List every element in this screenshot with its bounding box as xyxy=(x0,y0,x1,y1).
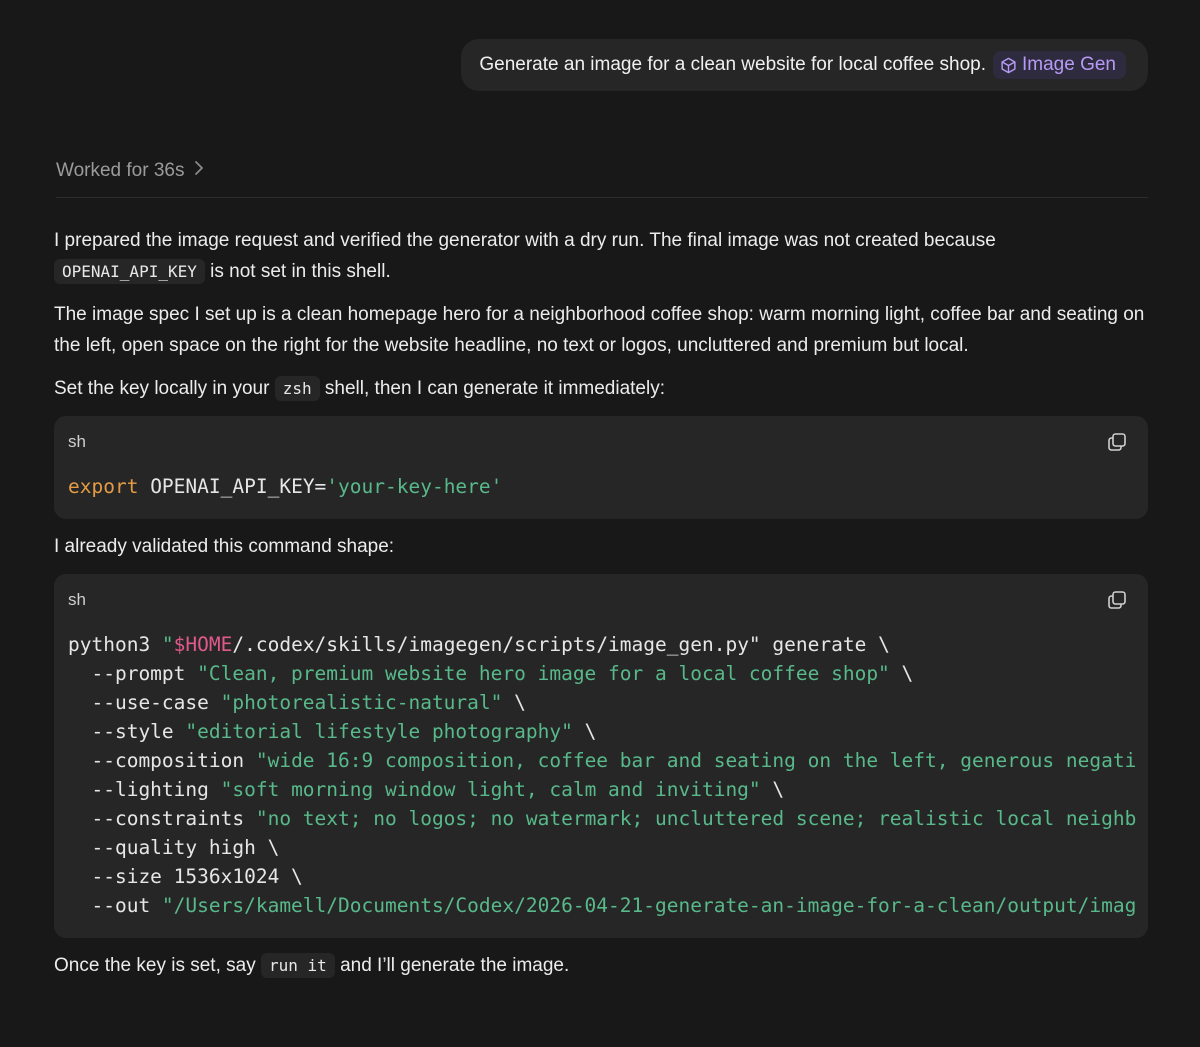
assistant-reply: I prepared the image request and verifie… xyxy=(54,225,1148,981)
code-language-label: sh xyxy=(68,590,86,609)
worked-label: Worked for 36s xyxy=(56,160,185,181)
reply-paragraph-4: I already validated this command shape: xyxy=(54,536,395,557)
code-variable: $HOME xyxy=(173,633,233,656)
code-string: "Clean, premium website hero image for a… xyxy=(197,662,890,685)
code-string: " xyxy=(161,633,174,656)
code-flag: --prompt xyxy=(68,662,198,685)
reply-paragraph-5: Once the key is set, say run it and I’ll… xyxy=(54,950,1148,981)
code-line: --lighting "soft morning window light, c… xyxy=(68,778,784,801)
code-line: --composition "wide 16:9 composition, co… xyxy=(68,749,1136,772)
code-flag: --out xyxy=(68,894,162,917)
code-keyword: export xyxy=(68,475,139,498)
code-line: --quality high \ xyxy=(68,836,279,859)
code-line: --prompt "Clean, premium website hero im… xyxy=(68,662,913,685)
code-string: "editorial lifestyle photography" xyxy=(185,720,573,743)
code-string: "wide 16:9 composition, coffee bar and s… xyxy=(255,749,1137,772)
code-flag: --style xyxy=(68,720,186,743)
code-string: 'your-key-here' xyxy=(326,475,503,498)
code-line: --use-case "photorealistic-natural" \ xyxy=(68,691,526,714)
code-command-rest: generate \ xyxy=(760,633,890,656)
user-message-bubble: Generate an image for a clean website fo… xyxy=(461,39,1148,91)
code-command: python3 xyxy=(68,633,162,656)
code-path: /.codex/skills/imagegen/scripts/image_ge… xyxy=(232,633,761,656)
code-flag: --quality high \ xyxy=(68,836,280,859)
code-block-export: sh export OPENAI_API_KEY='your-key-here' xyxy=(54,416,1148,519)
code-continuation: \ xyxy=(760,778,785,801)
inline-code-api-key: OPENAI_API_KEY xyxy=(54,259,205,284)
code-flag: --constraints xyxy=(68,807,256,830)
code-line: --style "editorial lifestyle photography… xyxy=(68,720,596,743)
reply-paragraph-1: I prepared the image request and verifie… xyxy=(54,225,1148,287)
reply-text: shell, then I can generate it immediatel… xyxy=(324,378,665,399)
code-language-label: sh xyxy=(68,432,86,451)
reply-text: Set the key locally in your xyxy=(54,378,270,399)
code-assignment: OPENAI_API_KEY= xyxy=(138,475,327,498)
code-flag: --use-case xyxy=(68,691,221,714)
reply-text: I prepared the image request and verifie… xyxy=(54,230,996,251)
code-flag: --lighting xyxy=(68,778,221,801)
reply-paragraph-2: The image spec I set up is a clean homep… xyxy=(54,304,1145,356)
inline-code-run-it: run it xyxy=(260,953,335,978)
code-line: python3 "$HOME/.codex/skills/imagegen/sc… xyxy=(68,633,890,656)
inline-code-zsh: zsh xyxy=(274,376,320,401)
image-gen-skill-chip[interactable]: Image Gen xyxy=(993,51,1126,79)
code-block-command: sh python3 "$HOME/.codex/skills/imagegen… xyxy=(54,574,1148,938)
copy-icon[interactable] xyxy=(1106,589,1128,611)
reply-text: is not set in this shell. xyxy=(210,261,391,282)
divider xyxy=(56,197,1148,198)
code-line: --out "/Users/kamell/Documents/Codex/202… xyxy=(68,894,1136,917)
code-continuation: \ xyxy=(572,720,597,743)
code-continuation: \ xyxy=(889,662,914,685)
code-flag: --size 1536x1024 \ xyxy=(68,865,303,888)
reply-text: Once the key is set, say xyxy=(54,955,256,976)
code-content: export OPENAI_API_KEY='your-key-here' xyxy=(54,468,1148,513)
code-line: --size 1536x1024 \ xyxy=(68,865,303,888)
code-string: "soft morning window light, calm and inv… xyxy=(220,778,761,801)
user-message-text: Generate an image for a clean website fo… xyxy=(479,54,986,75)
copy-icon[interactable] xyxy=(1106,431,1128,453)
code-continuation: \ xyxy=(502,691,526,714)
reply-text: and I’ll generate the image. xyxy=(340,955,570,976)
code-flag: --composition xyxy=(68,749,256,772)
chevron-right-icon xyxy=(194,160,204,182)
worked-duration-toggle[interactable]: Worked for 36s xyxy=(56,160,204,182)
reply-paragraph-3: Set the key locally in your zsh shell, t… xyxy=(54,373,1148,404)
code-line: --constraints "no text; no logos; no wat… xyxy=(68,807,1136,830)
cube-icon xyxy=(1000,57,1017,74)
code-content: python3 "$HOME/.codex/skills/imagegen/sc… xyxy=(54,626,1148,932)
code-string: "no text; no logos; no watermark; unclut… xyxy=(255,807,1137,830)
code-string: "photorealistic-natural" xyxy=(220,691,503,714)
skill-chip-label: Image Gen xyxy=(1022,54,1116,75)
code-string: "/Users/kamell/Documents/Codex/2026-04-2… xyxy=(161,894,1137,917)
